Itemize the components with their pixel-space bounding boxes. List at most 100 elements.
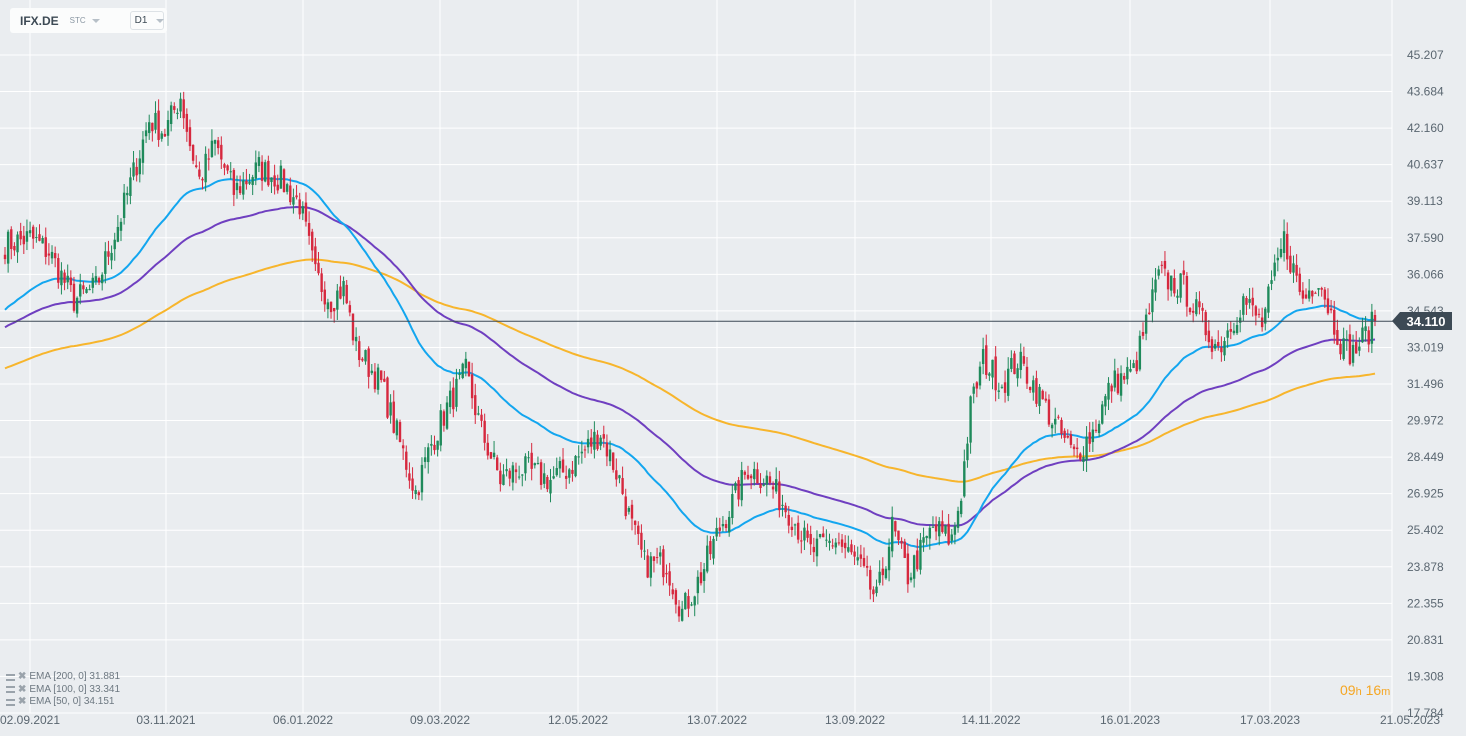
- candle-body: [580, 451, 584, 454]
- candle-body: [925, 535, 928, 539]
- candle-body: [712, 538, 715, 559]
- candle-body: [822, 533, 825, 538]
- candle-body: [586, 438, 590, 448]
- y-tick-label: 31.496: [1407, 377, 1444, 391]
- candle-body: [260, 161, 264, 181]
- candle-body: [1323, 289, 1327, 300]
- candle-body: [1289, 255, 1292, 273]
- candle-body: [1358, 346, 1361, 351]
- candle-body: [1286, 233, 1289, 260]
- candle-body: [1273, 262, 1276, 277]
- candle-body: [727, 516, 731, 533]
- candle-body: [1176, 295, 1179, 298]
- candle-body: [790, 526, 794, 531]
- candle-body: [731, 494, 734, 519]
- settings-icon[interactable]: [6, 698, 15, 706]
- candle-body: [627, 508, 631, 512]
- candle-body: [991, 359, 994, 378]
- candle-body: [94, 276, 98, 282]
- candle-body: [345, 284, 348, 304]
- candle-body: [596, 434, 599, 450]
- candle-body: [646, 555, 649, 578]
- candle-body: [295, 195, 298, 198]
- candle-body: [931, 526, 935, 528]
- candle-body: [452, 387, 455, 410]
- candle-body: [154, 112, 157, 130]
- candle-body: [1170, 275, 1173, 291]
- candle-body: [1317, 288, 1320, 290]
- candle-body: [972, 386, 975, 394]
- candle-body: [176, 112, 179, 115]
- candle-body: [543, 473, 546, 484]
- candle-body: [1091, 429, 1095, 443]
- candle-body: [304, 202, 308, 222]
- candle-body: [264, 162, 267, 182]
- candle-body: [1295, 264, 1298, 276]
- candle-body: [28, 230, 32, 234]
- candle-body: [1179, 273, 1182, 298]
- candle-body: [44, 237, 47, 257]
- candle-body: [401, 445, 405, 449]
- close-icon[interactable]: ✖: [18, 696, 26, 709]
- candle-body: [3, 254, 7, 260]
- candle-body: [1079, 453, 1082, 460]
- candle-body: [643, 550, 646, 552]
- candle-body: [380, 370, 383, 380]
- candle-body: [195, 165, 198, 168]
- candle-body: [191, 144, 195, 161]
- close-icon[interactable]: ✖: [18, 684, 26, 697]
- candle-body: [524, 456, 527, 474]
- candle-body: [1016, 368, 1019, 379]
- candle-body: [489, 452, 493, 459]
- candle-body: [1066, 435, 1069, 438]
- candle-body: [160, 133, 163, 139]
- legend-label: EMA [200, 0] 31.881: [29, 671, 121, 682]
- candle-body: [173, 106, 176, 110]
- close-icon[interactable]: ✖: [18, 671, 26, 684]
- candle-body: [659, 552, 662, 557]
- settings-icon[interactable]: [6, 686, 15, 694]
- candle-body: [486, 442, 489, 456]
- candle-body: [674, 590, 678, 605]
- candle-body: [1141, 331, 1145, 336]
- y-tick-label: 29.972: [1407, 414, 1444, 428]
- price-chart[interactable]: 45.207 43.684 42.160 40.637 39.113 37.590 36.0…: [0, 0, 1466, 736]
- candle-body: [652, 556, 656, 561]
- candle-body: [505, 469, 508, 472]
- candle-body: [637, 525, 640, 535]
- candle-body: [818, 534, 822, 538]
- candle-body: [1151, 289, 1154, 313]
- candle-body: [148, 122, 151, 134]
- candle-body: [1138, 335, 1142, 370]
- candle-body: [370, 370, 373, 374]
- candle-body: [574, 455, 577, 477]
- candle-body: [226, 165, 229, 171]
- candle-body: [1235, 325, 1239, 334]
- market-chevron-down-icon[interactable]: [91, 18, 100, 23]
- candle-body: [129, 177, 132, 196]
- candle-body: [461, 363, 464, 379]
- x-tick-label: 17.03.2023: [1240, 713, 1300, 727]
- y-tick-label: 28.449: [1407, 450, 1444, 464]
- market-label[interactable]: STC: [70, 16, 86, 25]
- candle-body: [662, 549, 665, 578]
- candle-body: [126, 192, 129, 196]
- candle-body: [1201, 307, 1204, 311]
- candle-body: [1182, 270, 1185, 275]
- x-tick-label: 06.01.2022: [273, 713, 333, 727]
- candle-body: [1019, 351, 1022, 370]
- candle-body: [530, 452, 533, 469]
- candle-body: [198, 169, 201, 177]
- candle-body: [1229, 329, 1232, 332]
- candle-body: [201, 178, 204, 181]
- candle-body: [323, 289, 326, 305]
- timeframe-select[interactable]: D1: [129, 11, 165, 30]
- candle-body: [279, 165, 283, 189]
- candle-body: [210, 140, 214, 157]
- candle-body: [242, 180, 245, 195]
- candle-body: [919, 539, 922, 570]
- candle-body: [19, 230, 22, 240]
- candle-body: [1085, 436, 1088, 461]
- settings-icon[interactable]: [6, 673, 15, 681]
- candle-body: [796, 522, 800, 540]
